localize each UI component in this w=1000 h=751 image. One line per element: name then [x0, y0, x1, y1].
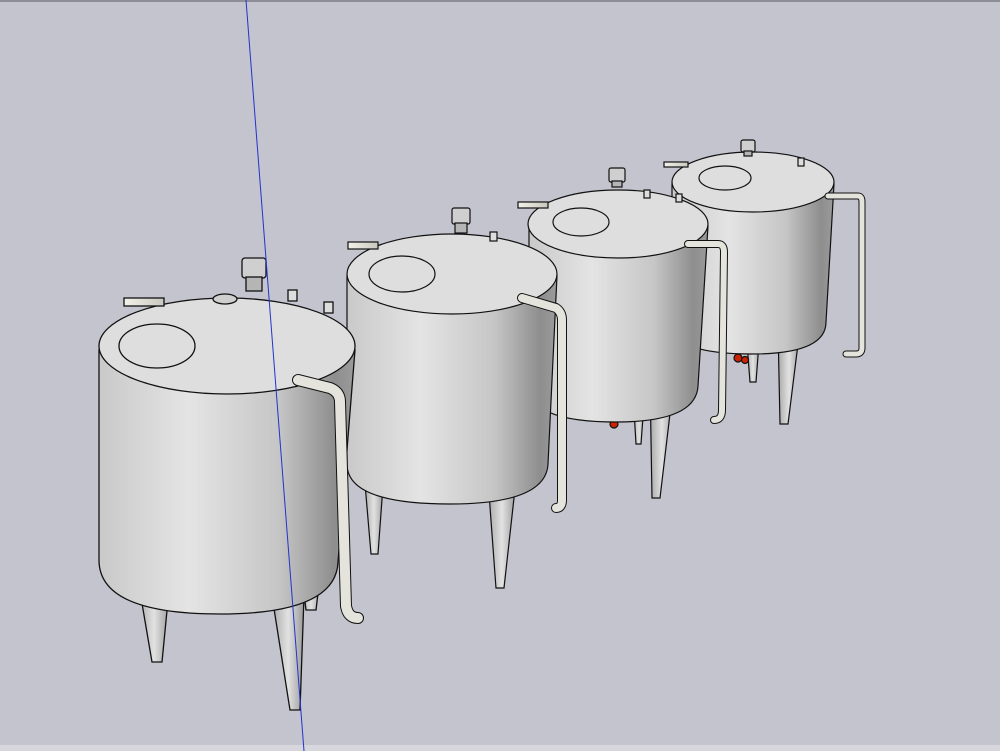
tank-1-port — [287, 289, 298, 302]
tank-4-agitator-motor — [740, 139, 756, 153]
viewport-top-edge — [0, 0, 1000, 2]
tank-1-agitator-motor — [241, 257, 267, 279]
tank-2-agitator-motor — [451, 207, 471, 225]
tank-1-agitator-shaft — [245, 276, 263, 292]
model-viewport[interactable] — [0, 0, 1000, 751]
tank-2-inlet-pipe — [347, 241, 379, 250]
tank-1-nozzle — [212, 293, 238, 305]
tank-4-outlet-pipe-outline — [824, 192, 866, 358]
tank-3-inlet-pipe — [517, 201, 549, 209]
tank-3-port — [675, 193, 683, 203]
tank-4-lid — [671, 151, 835, 213]
tank-3-agitator-shaft — [611, 180, 623, 188]
tank-4-port — [797, 157, 805, 167]
tank-1-port — [323, 301, 334, 314]
tank-4-drain-valve — [740, 355, 750, 365]
tank-4-agitator-shaft — [743, 150, 753, 157]
tank-3-port — [643, 189, 651, 199]
tank-2-port — [489, 231, 498, 242]
scene-canvas[interactable] — [0, 0, 1000, 751]
tank-2[interactable] — [346, 207, 567, 589]
tank-4-drain-valve — [733, 353, 743, 363]
viewport-bottom-edge — [0, 745, 1000, 751]
tank-4-inlet-pipe — [663, 161, 689, 168]
tank-3-agitator-motor — [608, 167, 626, 183]
tank-1-inlet-pipe — [123, 297, 165, 307]
tank-1[interactable] — [98, 257, 364, 711]
tank-2-agitator-shaft — [454, 222, 468, 234]
tank-4-outlet-pipe — [825, 193, 865, 357]
